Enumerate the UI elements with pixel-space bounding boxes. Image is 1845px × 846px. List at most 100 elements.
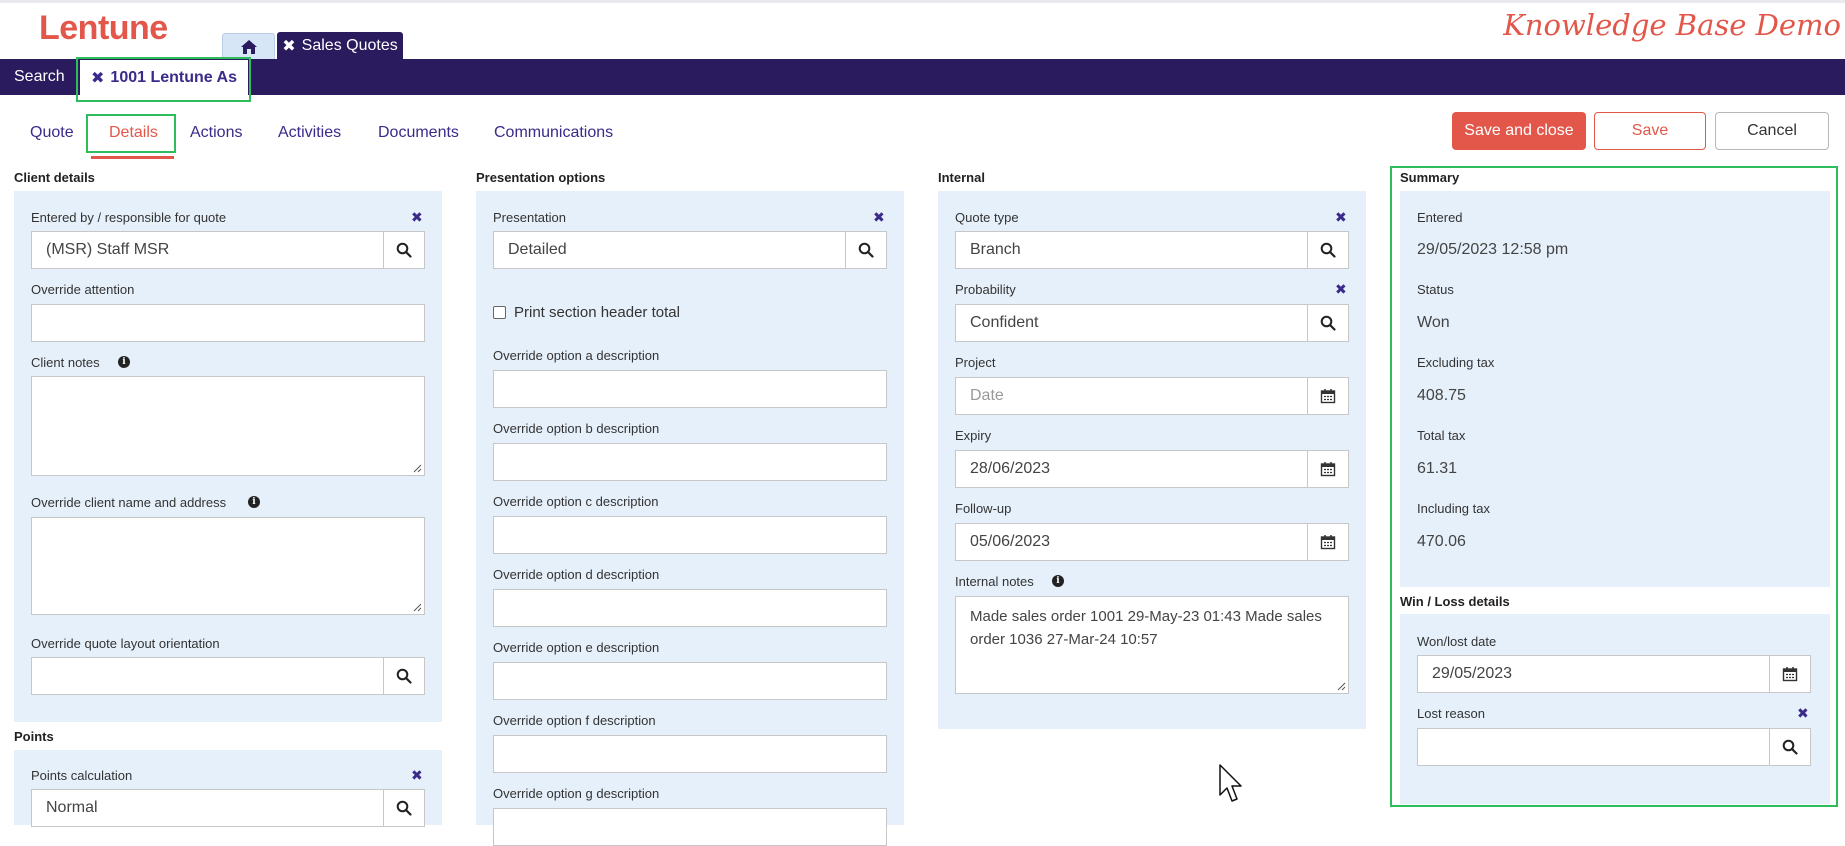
- search-icon: [1782, 739, 1798, 755]
- calendar-icon: [1320, 462, 1336, 477]
- tab-activities[interactable]: Activities: [278, 124, 341, 142]
- nav-search-link[interactable]: Search: [14, 59, 65, 95]
- points-title: Points: [14, 729, 54, 744]
- search-icon: [1320, 315, 1336, 331]
- expiry-calendar-button[interactable]: [1307, 450, 1349, 488]
- layout-orientation-label: Override quote layout orientation: [31, 636, 220, 651]
- clear-icon[interactable]: ✖: [1335, 209, 1347, 226]
- record-tab[interactable]: ✖ 1001 Lentune As: [80, 60, 248, 95]
- sales-quotes-tab-label: Sales Quotes: [301, 37, 398, 54]
- clear-icon[interactable]: ✖: [1797, 705, 1809, 722]
- option-e-label: Override option e description: [493, 640, 660, 655]
- info-icon[interactable]: i: [248, 496, 260, 508]
- won-lost-date-input[interactable]: 29/05/2023: [1417, 655, 1770, 693]
- project-date-input[interactable]: Date: [955, 377, 1308, 415]
- search-icon: [396, 242, 412, 258]
- option-e-input[interactable]: [493, 662, 887, 700]
- excluding-tax-label: Excluding tax: [1417, 355, 1495, 370]
- resize-handle-icon[interactable]: [412, 463, 422, 473]
- record-tab-label: 1001 Lentune As: [110, 68, 237, 86]
- override-name-label: Override client name and address: [31, 495, 227, 510]
- quote-type-search-button[interactable]: [1307, 231, 1349, 269]
- top-border: [0, 0, 1845, 3]
- option-b-input[interactable]: [493, 443, 887, 481]
- probability-input[interactable]: Confident: [955, 304, 1308, 342]
- lost-reason-search-button[interactable]: [1769, 728, 1811, 766]
- close-icon[interactable]: ✖: [282, 36, 295, 56]
- tab-actions[interactable]: Actions: [190, 124, 242, 142]
- lost-reason-input[interactable]: [1417, 728, 1770, 766]
- quote-type-label: Quote type: [955, 210, 1019, 225]
- option-d-label: Override option d description: [493, 567, 660, 582]
- option-c-label: Override option c description: [493, 494, 659, 509]
- mouse-cursor-icon: [1219, 764, 1242, 802]
- resize-handle-icon[interactable]: [1336, 681, 1346, 691]
- status-value: Won: [1417, 314, 1450, 331]
- option-f-input[interactable]: [493, 735, 887, 773]
- clear-icon[interactable]: ✖: [1335, 281, 1347, 298]
- home-tab[interactable]: [222, 33, 275, 60]
- info-icon[interactable]: i: [1052, 575, 1064, 587]
- clear-icon[interactable]: ✖: [873, 209, 885, 226]
- nav-bar: Search ✖ 1001 Lentune As: [0, 59, 1845, 95]
- won-lost-date-label: Won/lost date: [1417, 634, 1497, 649]
- project-calendar-button[interactable]: [1307, 377, 1349, 415]
- resize-handle-icon[interactable]: [412, 602, 422, 612]
- client-notes-textarea[interactable]: [31, 376, 425, 476]
- layout-orientation-search-button[interactable]: [383, 657, 425, 695]
- close-icon[interactable]: ✖: [91, 68, 104, 88]
- followup-calendar-button[interactable]: [1307, 523, 1349, 561]
- internal-title: Internal: [938, 170, 985, 185]
- tab-quote[interactable]: Quote: [30, 124, 74, 142]
- save-and-close-button[interactable]: Save and close: [1452, 112, 1586, 150]
- client-details-title: Client details: [14, 170, 95, 185]
- option-a-input[interactable]: [493, 370, 887, 408]
- presentation-search-button[interactable]: [845, 231, 887, 269]
- quote-type-input[interactable]: Branch: [955, 231, 1308, 269]
- status-label: Status: [1417, 282, 1454, 297]
- tab-documents[interactable]: Documents: [378, 124, 459, 142]
- option-c-input[interactable]: [493, 516, 887, 554]
- expiry-date-input[interactable]: 28/06/2023: [955, 450, 1308, 488]
- summary-title: Summary: [1400, 170, 1460, 185]
- cancel-button[interactable]: Cancel: [1715, 112, 1829, 150]
- option-d-input[interactable]: [493, 589, 887, 627]
- clear-icon[interactable]: ✖: [411, 767, 423, 784]
- followup-date-input[interactable]: 05/06/2023: [955, 523, 1308, 561]
- excluding-tax-value: 408.75: [1417, 387, 1466, 404]
- sales-quotes-tab[interactable]: ✖ Sales Quotes: [277, 32, 403, 60]
- save-button[interactable]: Save: [1594, 112, 1706, 150]
- points-calculation-label: Points calculation: [31, 768, 133, 783]
- presentation-label: Presentation: [493, 210, 566, 225]
- print-header-total-checkbox[interactable]: [493, 306, 506, 319]
- entered-by-input[interactable]: (MSR) Staff MSR: [31, 231, 384, 269]
- presentation-options-title: Presentation options: [476, 170, 606, 185]
- points-calculation-input[interactable]: Normal: [31, 789, 384, 827]
- points-calculation-search-button[interactable]: [383, 789, 425, 827]
- entered-by-label: Entered by / responsible for quote: [31, 210, 227, 225]
- total-tax-label: Total tax: [1417, 428, 1466, 443]
- internal-notes-textarea[interactable]: Made sales order 1001 29-May-23 01:43 Ma…: [955, 596, 1349, 694]
- tab-communications[interactable]: Communications: [494, 124, 613, 142]
- info-icon[interactable]: i: [118, 356, 130, 368]
- calendar-icon: [1320, 389, 1336, 404]
- calendar-icon: [1782, 667, 1798, 682]
- probability-label: Probability: [955, 282, 1016, 297]
- presentation-input[interactable]: Detailed: [493, 231, 846, 269]
- override-attention-input[interactable]: [31, 304, 425, 342]
- won-lost-calendar-button[interactable]: [1769, 655, 1811, 693]
- total-tax-value: 61.31: [1417, 460, 1458, 477]
- clear-icon[interactable]: ✖: [411, 209, 423, 226]
- entered-by-search-button[interactable]: [383, 231, 425, 269]
- probability-search-button[interactable]: [1307, 304, 1349, 342]
- client-notes-label: Client notes: [31, 355, 100, 370]
- option-g-label: Override option g description: [493, 786, 660, 801]
- expiry-label: Expiry: [955, 428, 992, 443]
- print-header-total-label: Print section header total: [514, 304, 680, 321]
- override-name-textarea[interactable]: [31, 517, 425, 615]
- option-g-input[interactable]: [493, 808, 887, 846]
- internal-notes-label: Internal notes: [955, 574, 1034, 589]
- layout-orientation-input[interactable]: [31, 657, 384, 695]
- win-loss-title: Win / Loss details: [1400, 594, 1510, 609]
- tab-details[interactable]: Details: [109, 124, 158, 142]
